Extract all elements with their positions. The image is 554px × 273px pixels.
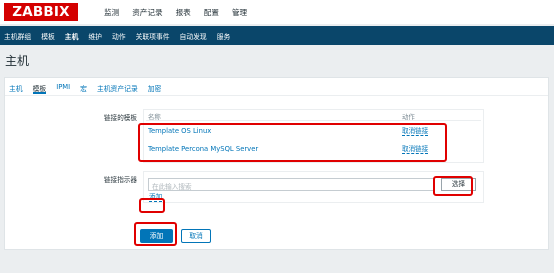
tab-inventory[interactable]: 主机资产记录 <box>97 80 138 94</box>
subnav-actions[interactable]: 动作 <box>112 31 126 41</box>
highlight-select-button <box>433 176 473 196</box>
menu-administration[interactable]: 管理 <box>232 7 247 18</box>
menu-configuration[interactable]: 配置 <box>204 7 219 18</box>
tab-host[interactable]: 主机 <box>9 80 23 94</box>
highlight-add-button <box>134 222 177 246</box>
subnav-hosts[interactable]: 主机 <box>65 31 79 41</box>
subnav-host-groups[interactable]: 主机群组 <box>4 31 31 41</box>
subnav-maintenance[interactable]: 维护 <box>88 31 102 41</box>
subnav-discovery[interactable]: 自动发现 <box>180 31 207 41</box>
template-search-input[interactable]: 在此输入搜索 <box>148 178 434 191</box>
form-tabs: 主机 模板 IPMI 宏 主机资产记录 加密 <box>9 80 171 95</box>
tab-macros[interactable]: 宏 <box>80 80 87 94</box>
main-menu: 监测 资产记录 报表 配置 管理 <box>104 0 260 24</box>
subnav-services[interactable]: 服务 <box>217 31 231 41</box>
subnav-templates[interactable]: 模板 <box>41 31 55 41</box>
menu-monitoring[interactable]: 监测 <box>104 7 119 18</box>
header-divider <box>146 120 481 121</box>
top-navigation-bar: ZABBIX 监测 资产记录 报表 配置 管理 <box>0 0 554 24</box>
linked-templates-label: 链接的模板 <box>104 114 137 122</box>
tab-encryption[interactable]: 加密 <box>148 80 162 94</box>
zabbix-logo[interactable]: ZABBIX <box>4 3 78 21</box>
menu-inventory[interactable]: 资产记录 <box>132 7 162 18</box>
tab-ipmi[interactable]: IPMI <box>56 80 70 94</box>
highlight-linked-templates <box>138 123 447 162</box>
highlight-add-link <box>139 198 165 213</box>
page-title: 主机 <box>5 54 30 68</box>
tab-templates[interactable]: 模板 <box>32 80 47 94</box>
cancel-button[interactable]: 取消 <box>181 229 211 243</box>
link-indicator-label: 链接指示器 <box>104 176 137 184</box>
tab-divider <box>5 95 548 96</box>
host-form-panel: 主机 模板 IPMI 宏 主机资产记录 加密 链接的模板 名称 动作 Templ… <box>4 77 549 250</box>
menu-reports[interactable]: 报表 <box>176 7 191 18</box>
subnav-correlation[interactable]: 关联项事件 <box>136 31 170 41</box>
sub-navigation-bar: 主机群组 模板 主机 维护 动作 关联项事件 自动发现 服务 <box>0 26 554 45</box>
